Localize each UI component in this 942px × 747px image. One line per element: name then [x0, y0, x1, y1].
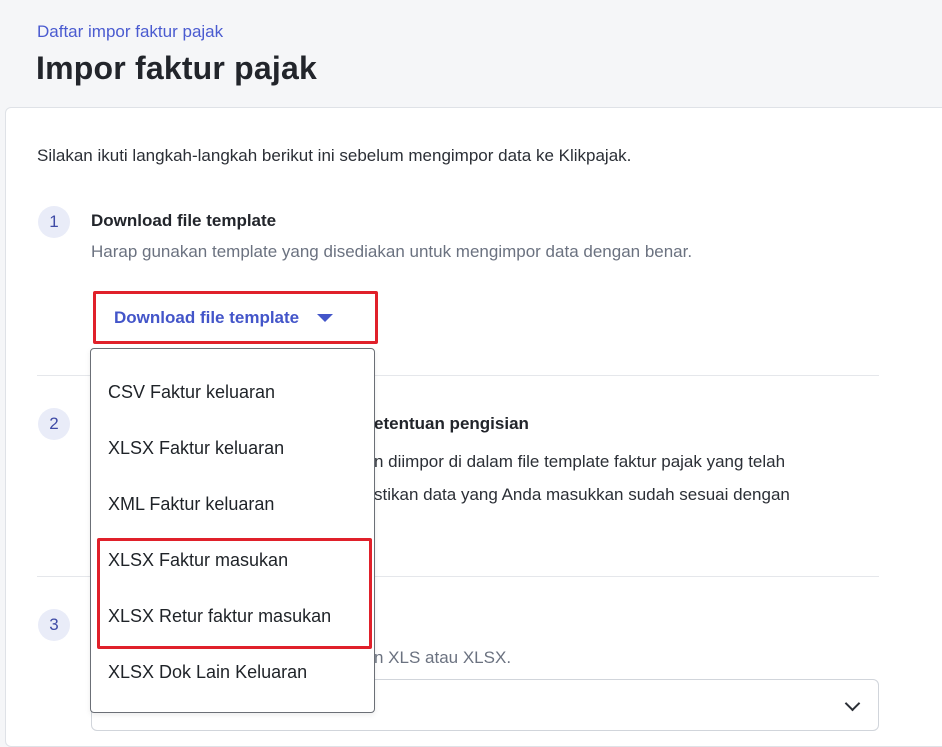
dropdown-item-xlsx-retur-faktur-masukan[interactable]: XLSX Retur faktur masukan	[108, 606, 331, 627]
dropdown-item-csv-faktur-keluaran[interactable]: CSV Faktur keluaran	[108, 382, 275, 403]
step-1-title: Download file template	[91, 211, 277, 230]
template-dropdown-menu: CSV Faktur keluaran XLSX Faktur keluaran…	[90, 348, 375, 713]
intro-text: Silakan ikuti langkah-langkah berikut in…	[37, 146, 632, 165]
chevron-down-icon	[844, 695, 861, 712]
caret-down-icon	[317, 313, 334, 322]
step-1-description: Harap gunakan template yang disediakan u…	[91, 242, 693, 261]
step-3-description: n XLS atau XLSX.	[374, 648, 512, 667]
download-template-button[interactable]: Download file template	[93, 291, 378, 344]
dropdown-item-xlsx-dok-lain-keluaran[interactable]: XLSX Dok Lain Keluaran	[108, 662, 307, 683]
page-title: Impor faktur pajak	[36, 50, 318, 86]
step-2-description-line-1: n diimpor di dalam file template faktur …	[374, 452, 786, 471]
dropdown-item-xlsx-faktur-masukan[interactable]: XLSX Faktur masukan	[108, 550, 288, 571]
step-2-number: 2	[38, 408, 70, 440]
step-2-description-line-2: stikan data yang Anda masukkan sudah ses…	[374, 485, 790, 504]
dropdown-item-xml-faktur-keluaran[interactable]: XML Faktur keluaran	[108, 494, 274, 515]
step-3-number: 3	[38, 609, 70, 641]
step-1-number: 1	[38, 206, 70, 238]
step-2-title: etentuan pengisian	[374, 414, 529, 433]
download-template-label: Download file template	[114, 307, 300, 327]
dropdown-item-xlsx-faktur-keluaran[interactable]: XLSX Faktur keluaran	[108, 438, 284, 459]
breadcrumb-link[interactable]: Daftar impor faktur pajak	[37, 22, 223, 42]
page-header: Daftar impor faktur pajak Impor faktur p…	[0, 0, 942, 108]
